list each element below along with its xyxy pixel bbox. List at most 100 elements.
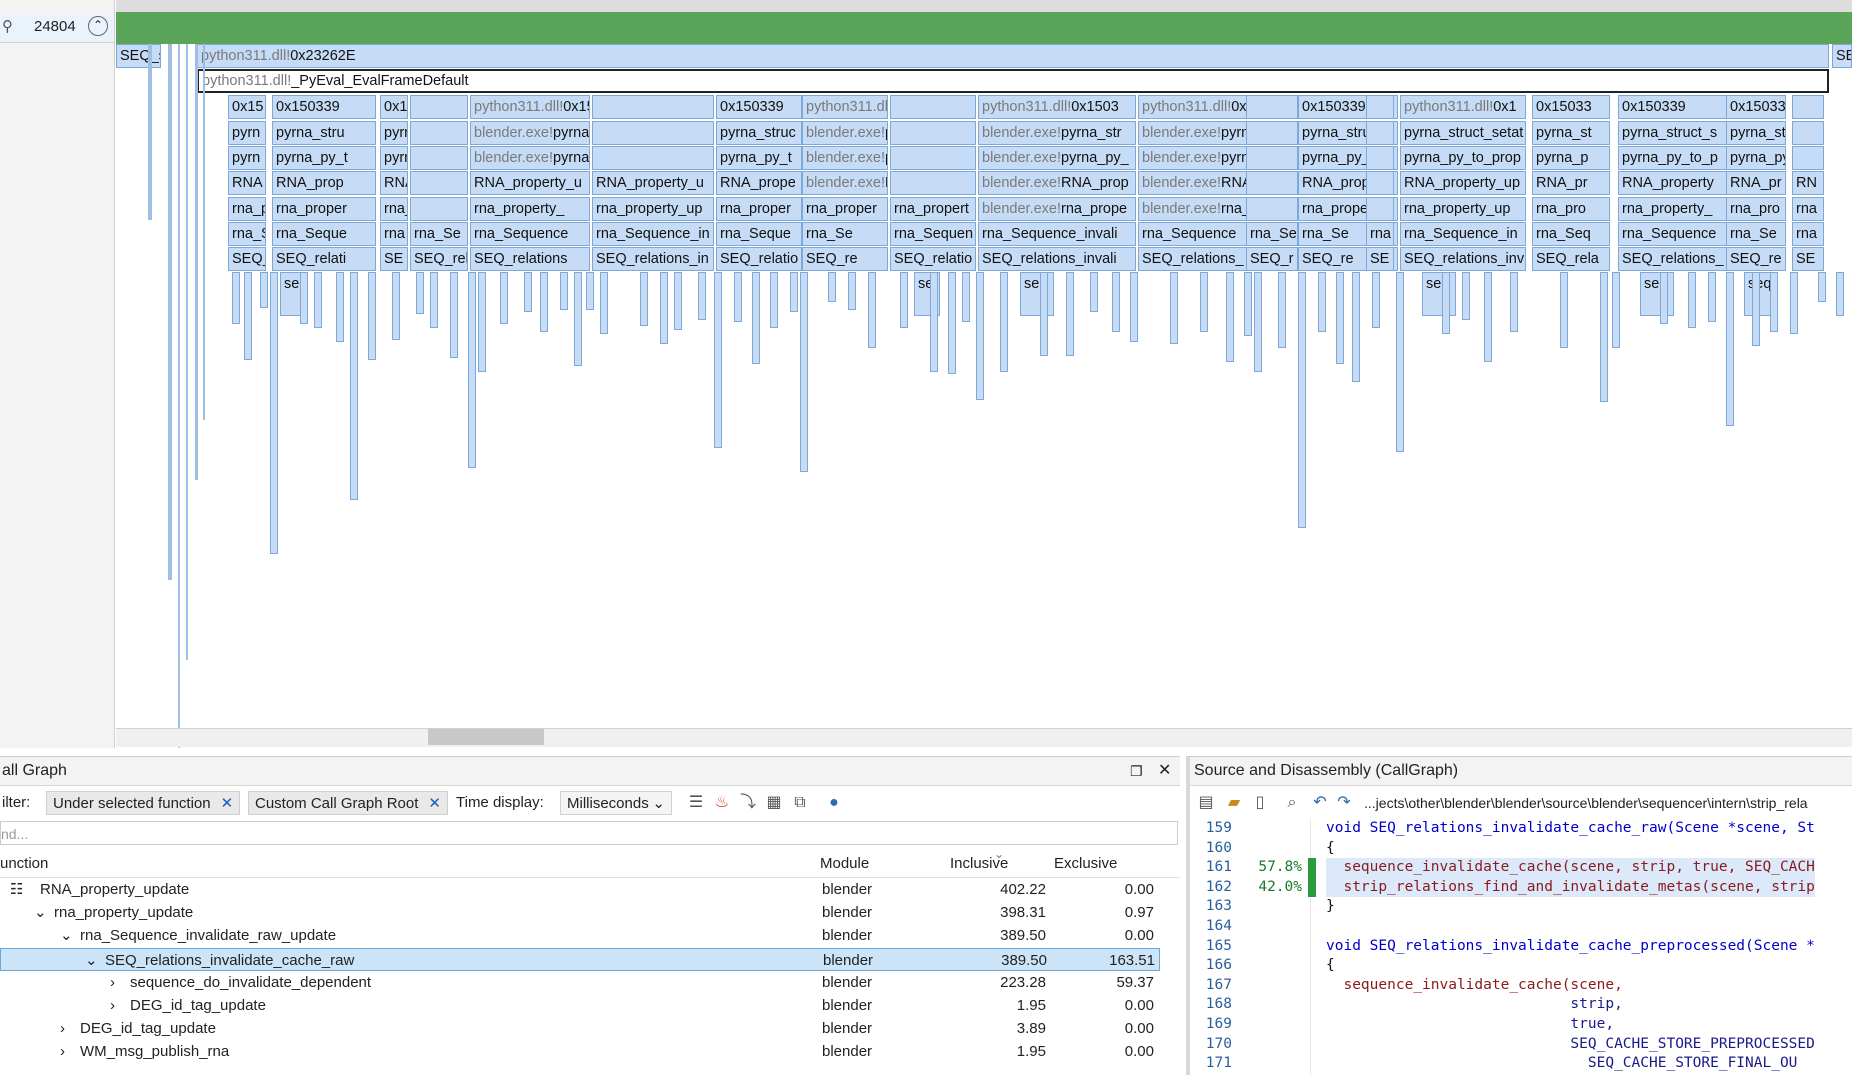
navigate-back-icon[interactable]: ↶ <box>1310 793 1330 813</box>
call-stack-sliver[interactable] <box>540 272 548 332</box>
call-stack-sliver[interactable] <box>350 272 358 500</box>
thread-activity-bar[interactable] <box>116 12 1852 44</box>
stack-frame[interactable]: pyrna_struc <box>716 121 802 145</box>
call-stack-sliver[interactable] <box>1396 272 1404 452</box>
call-stack-sliver[interactable] <box>1352 272 1360 382</box>
call-stack-sliver[interactable] <box>168 44 172 580</box>
call-stack-sliver[interactable] <box>1688 272 1696 328</box>
stack-frame[interactable]: RNA_pr <box>1726 171 1786 195</box>
stack-frame[interactable]: blender.exe!pyrna_struct <box>802 121 888 145</box>
stack-frame[interactable]: rna_proper <box>272 197 376 221</box>
call-stack-sliver[interactable] <box>1298 272 1306 528</box>
stack-frame-empty[interactable] <box>1246 95 1298 119</box>
stack-frame[interactable]: SEQ_relatio <box>716 247 802 271</box>
flame-graph-view[interactable]: ⚲ 24804 ⌃ SEQ_s python311.dll!0x23262E SE p… <box>0 0 1852 748</box>
time-display-select[interactable]: Milliseconds ⌄ <box>560 791 672 815</box>
call-stack-sliver[interactable] <box>1462 272 1470 320</box>
call-stack-sliver[interactable] <box>800 272 808 472</box>
call-stack-sliver[interactable] <box>560 272 568 310</box>
stack-frame-empty[interactable] <box>890 171 976 195</box>
call-stack-sliver[interactable] <box>1112 272 1120 332</box>
call-stack-sliver[interactable] <box>698 272 706 320</box>
stack-frame[interactable]: pyrna_py_t <box>272 146 376 170</box>
caller-callee-icon[interactable]: ⤵ <box>738 793 758 813</box>
expand-icon[interactable]: › <box>60 1017 65 1040</box>
stack-frame[interactable]: rna <box>1366 222 1394 246</box>
disassembly-icon[interactable]: ▤ <box>1196 793 1216 813</box>
call-stack-sliver[interactable] <box>1200 272 1208 332</box>
call-stack-sliver[interactable] <box>1130 272 1138 342</box>
stack-frame[interactable]: pyrna_py_to <box>380 146 408 170</box>
stack-frame[interactable]: rna_Sequence_in <box>1400 222 1526 246</box>
stack-frame[interactable]: RNA_pr <box>1532 171 1610 195</box>
stack-frame[interactable]: SEQ_ <box>228 247 266 271</box>
table-row[interactable]: ☷ RNA_property_update blender 402.22 0.00 <box>0 878 1160 901</box>
stack-frame[interactable]: SEQ_relations_inv <box>1400 247 1526 271</box>
call-stack-sliver[interactable] <box>1244 272 1252 336</box>
table-row[interactable]: ⌄ rna_Sequence_invalidate_raw_update blend… <box>0 924 1160 947</box>
stack-frame[interactable]: rna_pro <box>1532 197 1610 221</box>
stack-frame[interactable]: 0x150339 <box>272 95 376 119</box>
stack-frame[interactable]: pyrn <box>228 121 266 145</box>
call-stack-sliver[interactable] <box>752 272 760 364</box>
call-stack-sliver[interactable] <box>1318 272 1326 332</box>
expand-icon[interactable]: › <box>60 1040 65 1063</box>
stack-frame[interactable]: rna_propert <box>890 197 976 221</box>
call-stack-sliver[interactable] <box>600 272 608 334</box>
stack-frame[interactable]: rna_Se <box>1246 222 1298 246</box>
call-stack-sliver[interactable] <box>148 44 152 220</box>
stack-frame-empty[interactable] <box>410 146 468 170</box>
stack-frame[interactable]: blender.exe!pyrna_struct_setattro <box>470 121 590 145</box>
stack-frame-python[interactable]: python311.dll!0x23262E <box>197 44 1829 68</box>
call-stack-sliver[interactable] <box>1040 272 1048 356</box>
stack-frame[interactable]: SE <box>1792 247 1824 271</box>
close-icon[interactable]: ✕ <box>1158 757 1171 785</box>
stack-frame[interactable]: 0x150339 <box>716 95 802 119</box>
stack-frame-empty[interactable] <box>410 121 468 145</box>
call-stack-sliver[interactable] <box>270 272 278 554</box>
stack-frame-empty[interactable] <box>1792 95 1824 119</box>
stack-frame[interactable]: rna <box>1792 222 1824 246</box>
horizontal-scrollbar[interactable] <box>116 728 1852 747</box>
call-stack-sliver[interactable] <box>430 272 438 328</box>
hot-path-icon[interactable]: ♨ <box>712 793 732 813</box>
stack-frame[interactable]: python311.dll!0x150339 <box>470 95 590 119</box>
stack-frame[interactable]: SE <box>1366 247 1394 271</box>
stack-frame-empty[interactable] <box>890 95 976 119</box>
stack-frame-empty[interactable] <box>1792 121 1824 145</box>
stack-frame[interactable]: python311.dll!0x150339 <box>802 95 888 119</box>
call-stack-sliver[interactable] <box>1278 272 1286 348</box>
call-stack-sliver[interactable] <box>500 272 508 324</box>
call-stack-sliver[interactable] <box>1226 272 1234 362</box>
call-stack-sliver[interactable] <box>1336 272 1344 364</box>
stack-frame[interactable]: RNA_property_u <box>470 171 590 195</box>
stack-frame[interactable]: blender.exe!pyrna_py_to <box>802 146 888 170</box>
filter-chip-custom-root[interactable]: Custom Call Graph Root ✕ <box>248 791 448 815</box>
stack-frame[interactable]: pyrna_struct_s <box>1618 121 1730 145</box>
col-module[interactable]: Module <box>820 849 869 879</box>
source-line[interactable]: 162 42.0% strip_relations_find_and_invali… <box>1190 877 1852 898</box>
call-stack-sliver[interactable] <box>1790 272 1798 334</box>
expand-icon[interactable]: › <box>110 994 115 1017</box>
stack-frame[interactable]: rna_Seque <box>716 222 802 246</box>
stack-frame-seq[interactable]: SEQ_s <box>116 44 161 68</box>
col-function[interactable]: unction <box>0 849 48 879</box>
call-stack-sliver[interactable] <box>1170 272 1178 344</box>
call-stack-sliver[interactable] <box>1612 272 1620 348</box>
stack-frame[interactable]: rna_Sequence <box>1618 222 1730 246</box>
call-stack-sliver[interactable] <box>186 44 188 660</box>
stack-frame[interactable]: SEQ_rel <box>410 247 468 271</box>
call-stack-sliver[interactable] <box>1752 272 1760 346</box>
call-stack-sliver[interactable] <box>828 272 836 302</box>
search-icon[interactable]: ⌕ <box>1282 793 1302 813</box>
call-stack-sliver[interactable] <box>640 272 648 326</box>
stack-frame[interactable]: SEQ_relations <box>470 247 590 271</box>
call-stack-sliver[interactable] <box>1254 272 1262 372</box>
source-line[interactable]: 169 true, <box>1190 1015 1852 1035</box>
stack-frame[interactable]: pyrna_struct_setat <box>1400 121 1526 145</box>
tree-view-icon[interactable]: ☰ <box>686 793 706 813</box>
stack-frame[interactable]: blender.exe!RNA_proper <box>802 171 888 195</box>
source-line[interactable]: 164 <box>1190 917 1852 937</box>
thread-row[interactable]: ⚲ 24804 ⌃ <box>0 14 114 43</box>
call-stack-sliver[interactable] <box>300 272 308 324</box>
